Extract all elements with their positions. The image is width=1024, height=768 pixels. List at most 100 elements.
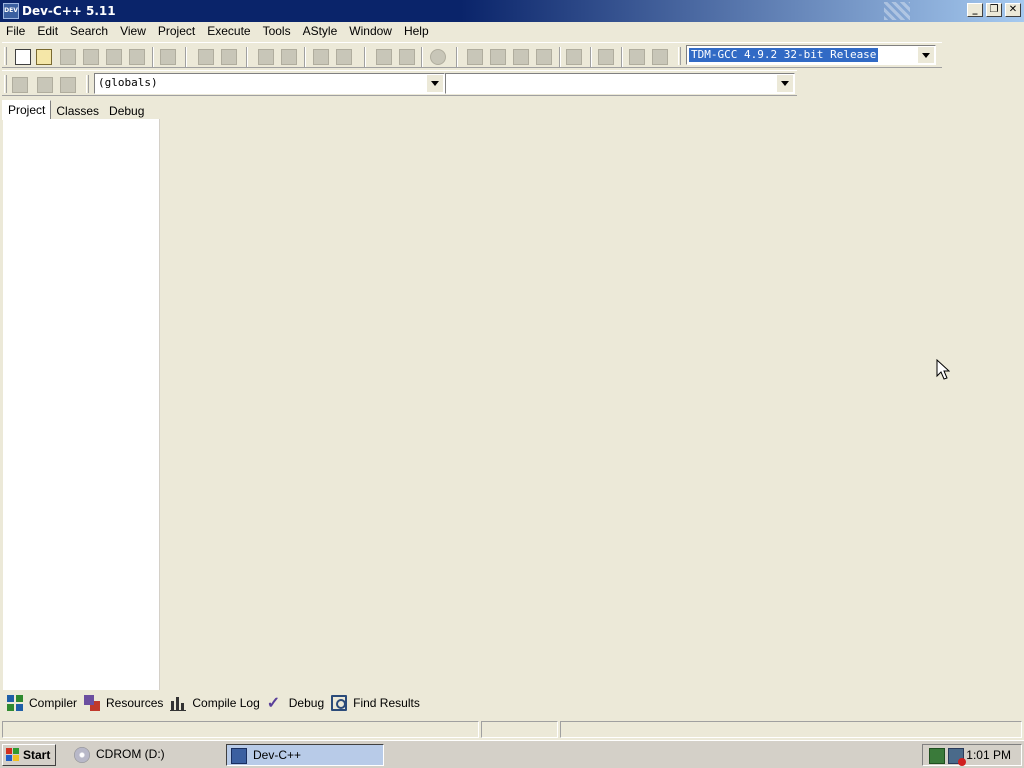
- menu-help[interactable]: Help: [398, 22, 435, 40]
- status-pane: [2, 721, 479, 738]
- toolbar-grip[interactable]: [86, 75, 89, 93]
- network-icon[interactable]: [929, 748, 945, 764]
- members-select[interactable]: [445, 73, 795, 94]
- toolbar-separator: [590, 47, 592, 67]
- volume-muted-icon[interactable]: [948, 748, 966, 766]
- menu-bar: File Edit Search View Project Execute To…: [0, 22, 1024, 40]
- replace-icon[interactable]: [281, 49, 297, 65]
- taskbar-item-cdrom[interactable]: CDROM (D:): [70, 744, 220, 766]
- stop-execution-icon[interactable]: [598, 49, 614, 65]
- taskbar-item-devcpp[interactable]: Dev-C++: [226, 744, 384, 766]
- menu-file[interactable]: File: [0, 22, 31, 40]
- menu-astyle[interactable]: AStyle: [297, 22, 344, 40]
- class-browser-toolbar: (globals): [2, 70, 797, 96]
- menu-execute[interactable]: Execute: [201, 22, 256, 40]
- devcpp-app-icon[interactable]: DEV: [3, 3, 19, 19]
- toolbar-separator: [246, 47, 248, 67]
- toolbar-separator: [421, 47, 423, 67]
- toggle-bookmark-icon[interactable]: [37, 77, 53, 93]
- run-icon[interactable]: [490, 49, 506, 65]
- scope-select[interactable]: (globals): [94, 73, 445, 94]
- status-pane: [560, 721, 1022, 738]
- tab-project[interactable]: Project: [2, 100, 52, 120]
- close-all-icon[interactable]: [129, 49, 145, 65]
- toolbar-separator: [456, 47, 458, 67]
- editor-area[interactable]: [160, 98, 1024, 690]
- tab-debug-output-label: Debug: [288, 696, 325, 710]
- window-title: Dev-C++ 5.11: [22, 4, 116, 18]
- start-button[interactable]: Start: [2, 744, 56, 766]
- find-next-icon[interactable]: [313, 49, 329, 65]
- close-button[interactable]: ✕: [1005, 3, 1021, 17]
- toolbar-grip[interactable]: [4, 75, 7, 93]
- toolbar-separator: [559, 47, 561, 67]
- compile-icon[interactable]: [467, 49, 483, 65]
- chevron-down-icon[interactable]: [918, 47, 934, 63]
- debug-check-icon: [267, 693, 283, 713]
- rebuild-all-icon[interactable]: [536, 49, 552, 65]
- menu-tools[interactable]: Tools: [257, 22, 297, 40]
- project-tree-panel[interactable]: [3, 119, 160, 690]
- system-tray: 1:01 PM: [922, 744, 1022, 766]
- bottom-panel-tabs: Compiler Resources Compile Log Debug Fin…: [4, 693, 424, 713]
- syntax-check-icon[interactable]: [566, 49, 582, 65]
- chevron-down-icon[interactable]: [427, 75, 443, 92]
- menu-search[interactable]: Search: [64, 22, 114, 40]
- mouse-cursor-icon: [936, 359, 950, 380]
- taskbar-item-label: CDROM (D:): [96, 747, 165, 761]
- start-label: Start: [23, 748, 51, 762]
- devcpp-app-icon: [231, 748, 247, 764]
- tab-classes[interactable]: Classes: [51, 102, 104, 120]
- find-results-icon: [331, 695, 348, 711]
- cdrom-icon: [74, 747, 90, 763]
- compiler-select[interactable]: TDM-GCC 4.9.2 32-bit Release: [686, 45, 936, 65]
- menu-edit[interactable]: Edit: [31, 22, 64, 40]
- indent-icon[interactable]: [376, 49, 392, 65]
- tab-resources-label: Resources: [106, 696, 164, 710]
- toolbar-grip[interactable]: [4, 47, 7, 65]
- tab-resources[interactable]: Resources: [81, 693, 167, 713]
- close-file-icon[interactable]: [106, 49, 122, 65]
- tab-find-results[interactable]: Find Results: [328, 693, 424, 713]
- compile-log-chart-icon: [170, 695, 187, 711]
- open-file-icon[interactable]: [36, 49, 52, 65]
- menu-project[interactable]: Project: [152, 22, 201, 40]
- find-icon[interactable]: [258, 49, 274, 65]
- print-icon[interactable]: [160, 49, 176, 65]
- compiler-select-value: TDM-GCC 4.9.2 32-bit Release: [689, 48, 879, 62]
- toggle-comment-icon[interactable]: [430, 49, 446, 65]
- clock[interactable]: 1:01 PM: [966, 745, 1011, 765]
- tab-compile-log-label: Compile Log: [192, 696, 260, 710]
- menu-window[interactable]: Window: [343, 22, 398, 40]
- toolbar-separator: [304, 47, 306, 67]
- toolbar-separator: [185, 47, 187, 67]
- redo-icon[interactable]: [221, 49, 237, 65]
- insert-icon[interactable]: [12, 77, 28, 93]
- title-bar-decoration: [884, 2, 910, 20]
- undo-icon[interactable]: [198, 49, 214, 65]
- restore-button[interactable]: ❐: [986, 3, 1002, 17]
- tab-compile-log[interactable]: Compile Log: [167, 693, 263, 713]
- tab-compiler[interactable]: Compiler: [4, 693, 81, 713]
- left-panel-tabs: Project Classes Debug: [2, 100, 149, 120]
- goto-bookmark-icon[interactable]: [60, 77, 76, 93]
- tab-debug[interactable]: Debug: [104, 102, 149, 120]
- toolbar-grip[interactable]: [678, 47, 681, 65]
- save-all-icon[interactable]: [83, 49, 99, 65]
- tab-compiler-label: Compiler: [29, 696, 78, 710]
- minimize-button[interactable]: _: [967, 3, 983, 17]
- profile-icon[interactable]: [629, 49, 645, 65]
- save-icon[interactable]: [60, 49, 76, 65]
- goto-line-icon[interactable]: [336, 49, 352, 65]
- compile-run-icon[interactable]: [513, 49, 529, 65]
- tab-debug-output[interactable]: Debug: [264, 693, 328, 713]
- tab-find-results-label: Find Results: [353, 696, 420, 710]
- title-bar[interactable]: DEV Dev-C++ 5.11 _ ❐ ✕: [0, 0, 1024, 22]
- toolbar-separator: [364, 47, 366, 67]
- unindent-icon[interactable]: [399, 49, 415, 65]
- delete-profile-icon[interactable]: [652, 49, 668, 65]
- menu-view[interactable]: View: [114, 22, 152, 40]
- new-file-icon[interactable]: [15, 49, 31, 65]
- chevron-down-icon[interactable]: [777, 75, 793, 92]
- compiler-grid-icon: [7, 695, 23, 711]
